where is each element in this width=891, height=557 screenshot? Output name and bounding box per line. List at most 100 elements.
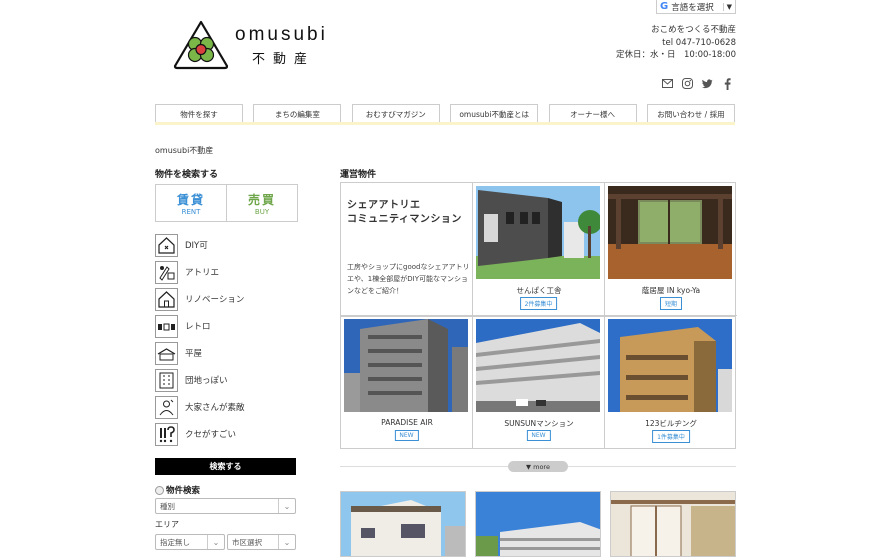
rent-label: 賃貸 xyxy=(176,192,205,207)
buy-button[interactable]: 売買 BUY xyxy=(227,185,297,221)
sidebar-title: 物件を検索する xyxy=(155,170,219,180)
feature-title: シェアアトリエ コミュニティマンション xyxy=(347,199,462,227)
property-card[interactable]: SUNSUNマンション NEW xyxy=(473,316,605,449)
category-danchi[interactable]: 団地っぽい xyxy=(155,368,295,392)
area-select[interactable]: 指定無し ⌄ xyxy=(155,534,225,550)
chevron-down-icon: ⌄ xyxy=(278,535,295,549)
instagram-icon[interactable] xyxy=(682,78,693,89)
feature-card[interactable]: シェアアトリエ コミュニティマンション 工房やショップにgoodなシェアアトリエ… xyxy=(341,183,473,316)
status-badge: NEW xyxy=(394,430,419,441)
nav-item-search-property[interactable]: 物件を探す xyxy=(155,104,243,124)
category-label: レトロ xyxy=(185,322,211,332)
apartment-complex-icon xyxy=(155,368,178,392)
category-label: 団地っぽい xyxy=(185,376,228,386)
property-card[interactable]: 123ビルヂング 1件募集中 xyxy=(605,316,737,449)
social-links xyxy=(662,77,733,90)
business-hours: 定休日：水・日 10:00-18:00 xyxy=(615,50,736,60)
status-badge: 1件募集中 xyxy=(652,430,690,443)
chevron-down-icon: ⌄ xyxy=(278,499,295,513)
nav-item-contact[interactable]: お問い合わせ / 採用 xyxy=(646,104,735,124)
category-landlord[interactable]: 大家さんが素敵 xyxy=(155,395,295,419)
tagline: おこめをつくる不動産 xyxy=(651,25,736,35)
nav-underline xyxy=(155,122,735,125)
translate-label: 言語を選択 xyxy=(671,2,714,13)
search-button[interactable]: 検索する xyxy=(155,458,296,475)
property-photo xyxy=(476,319,600,412)
grid-divider xyxy=(341,316,735,317)
feature-title-line-1: シェアアトリエ xyxy=(347,200,421,211)
category-label: リノベーション xyxy=(185,295,245,305)
breadcrumb[interactable]: omusubi不動産 xyxy=(155,145,213,156)
buy-label: 売買 xyxy=(247,192,276,207)
feature-title-line-2: コミュニティマンション xyxy=(347,214,462,225)
property-name: せんぱく工舎 xyxy=(516,286,562,295)
category-retro[interactable]: レトロ xyxy=(155,314,295,338)
twitter-icon[interactable] xyxy=(702,78,713,89)
nav-item-magazine[interactable]: おむすびマガジン xyxy=(351,104,440,124)
contact-info: おこめをつくる不動産 tel 047-710-0628 定休日：水・日 10:0… xyxy=(616,24,736,62)
status-badge: NEW xyxy=(526,430,551,441)
bottom-property-photo[interactable] xyxy=(610,491,736,557)
type-select-value: 種別 xyxy=(160,501,175,511)
city-select-value: 市区選択 xyxy=(232,537,262,547)
city-select[interactable]: 市区選択 ⌄ xyxy=(227,534,296,550)
translate-dropdown[interactable]: G 言語を選択 ▼ xyxy=(656,0,736,14)
category-one-story[interactable]: 平屋 xyxy=(155,341,295,365)
mail-icon[interactable] xyxy=(662,78,673,89)
category-label: アトリエ xyxy=(185,268,220,278)
area-label: エリア xyxy=(155,520,179,529)
property-name: 123ビルヂング xyxy=(645,419,697,428)
diy-icon xyxy=(155,233,178,257)
rent-buy-toggle: 賃貸 RENT 売買 BUY xyxy=(155,184,298,222)
landlord-icon xyxy=(155,395,178,419)
category-diy[interactable]: DIY可 xyxy=(155,233,295,257)
property-photo xyxy=(344,319,468,412)
property-card[interactable]: せんぱく工舎 2件募集中 xyxy=(473,183,605,316)
facebook-icon[interactable] xyxy=(722,77,733,90)
logo-mark-icon[interactable] xyxy=(173,20,229,70)
category-label: DIY可 xyxy=(185,241,208,251)
buy-sublabel: BUY xyxy=(254,207,270,216)
property-name: PARADISE AIR xyxy=(381,418,433,427)
property-photo xyxy=(608,186,732,279)
bottom-property-photo[interactable] xyxy=(475,491,601,557)
status-badge: 2件募集中 xyxy=(519,297,558,310)
circle-bullet-icon xyxy=(155,485,164,495)
bottom-property-photo[interactable] xyxy=(340,491,466,557)
nav-item-editorial[interactable]: まちの編集室 xyxy=(253,104,342,124)
chevron-down-icon: ▼ xyxy=(722,2,732,11)
category-label: 平屋 xyxy=(185,349,203,359)
property-card[interactable]: PARADISE AIR NEW xyxy=(341,316,473,449)
property-search-heading: 物件検索 xyxy=(155,484,200,496)
category-renovation[interactable]: リノベーション xyxy=(155,287,295,311)
category-label: 大家さんが素敵 xyxy=(185,403,245,413)
one-story-house-icon xyxy=(155,341,178,365)
property-card[interactable]: 蔭居屋 IN kyo-Ya 短期 xyxy=(605,183,737,316)
status-badge: 短期 xyxy=(659,297,683,310)
property-photo xyxy=(476,186,602,279)
area-select-value: 指定無し xyxy=(160,537,190,547)
renovation-icon xyxy=(155,287,178,311)
retro-icon xyxy=(155,314,178,338)
category-label: クセがすごい xyxy=(185,430,237,440)
quirky-icon xyxy=(155,422,178,446)
main-nav: 物件を探す まちの編集室 おむすびマガジン omusubi不動産とは オーナー様… xyxy=(155,104,735,124)
brand-sub: 不動産 xyxy=(252,52,316,67)
atelier-icon xyxy=(155,260,178,284)
category-atelier[interactable]: アトリエ xyxy=(155,260,295,284)
property-photo xyxy=(608,319,732,412)
nav-item-about[interactable]: omusubi不動産とは xyxy=(450,104,539,124)
property-name: 蔭居屋 IN kyo-Ya xyxy=(641,286,701,295)
nav-item-owners[interactable]: オーナー様へ xyxy=(548,104,637,124)
feature-description: 工房やショップにgoodなシェアアトリエや、1棟全部屋がDIY可能なマンションな… xyxy=(347,263,470,295)
more-button[interactable]: ▼ more xyxy=(508,461,568,472)
section-title: 運営物件 xyxy=(340,170,377,180)
rent-sublabel: RENT xyxy=(181,207,201,216)
property-name: SUNSUNマンション xyxy=(504,419,574,428)
rent-button[interactable]: 賃貸 RENT xyxy=(156,185,227,221)
chevron-down-icon: ⌄ xyxy=(207,535,224,549)
google-icon: G xyxy=(660,1,669,12)
category-quirky[interactable]: クセがすごい xyxy=(155,422,295,446)
type-select[interactable]: 種別 ⌄ xyxy=(155,498,296,514)
brand-name[interactable]: omusubi xyxy=(235,24,328,46)
